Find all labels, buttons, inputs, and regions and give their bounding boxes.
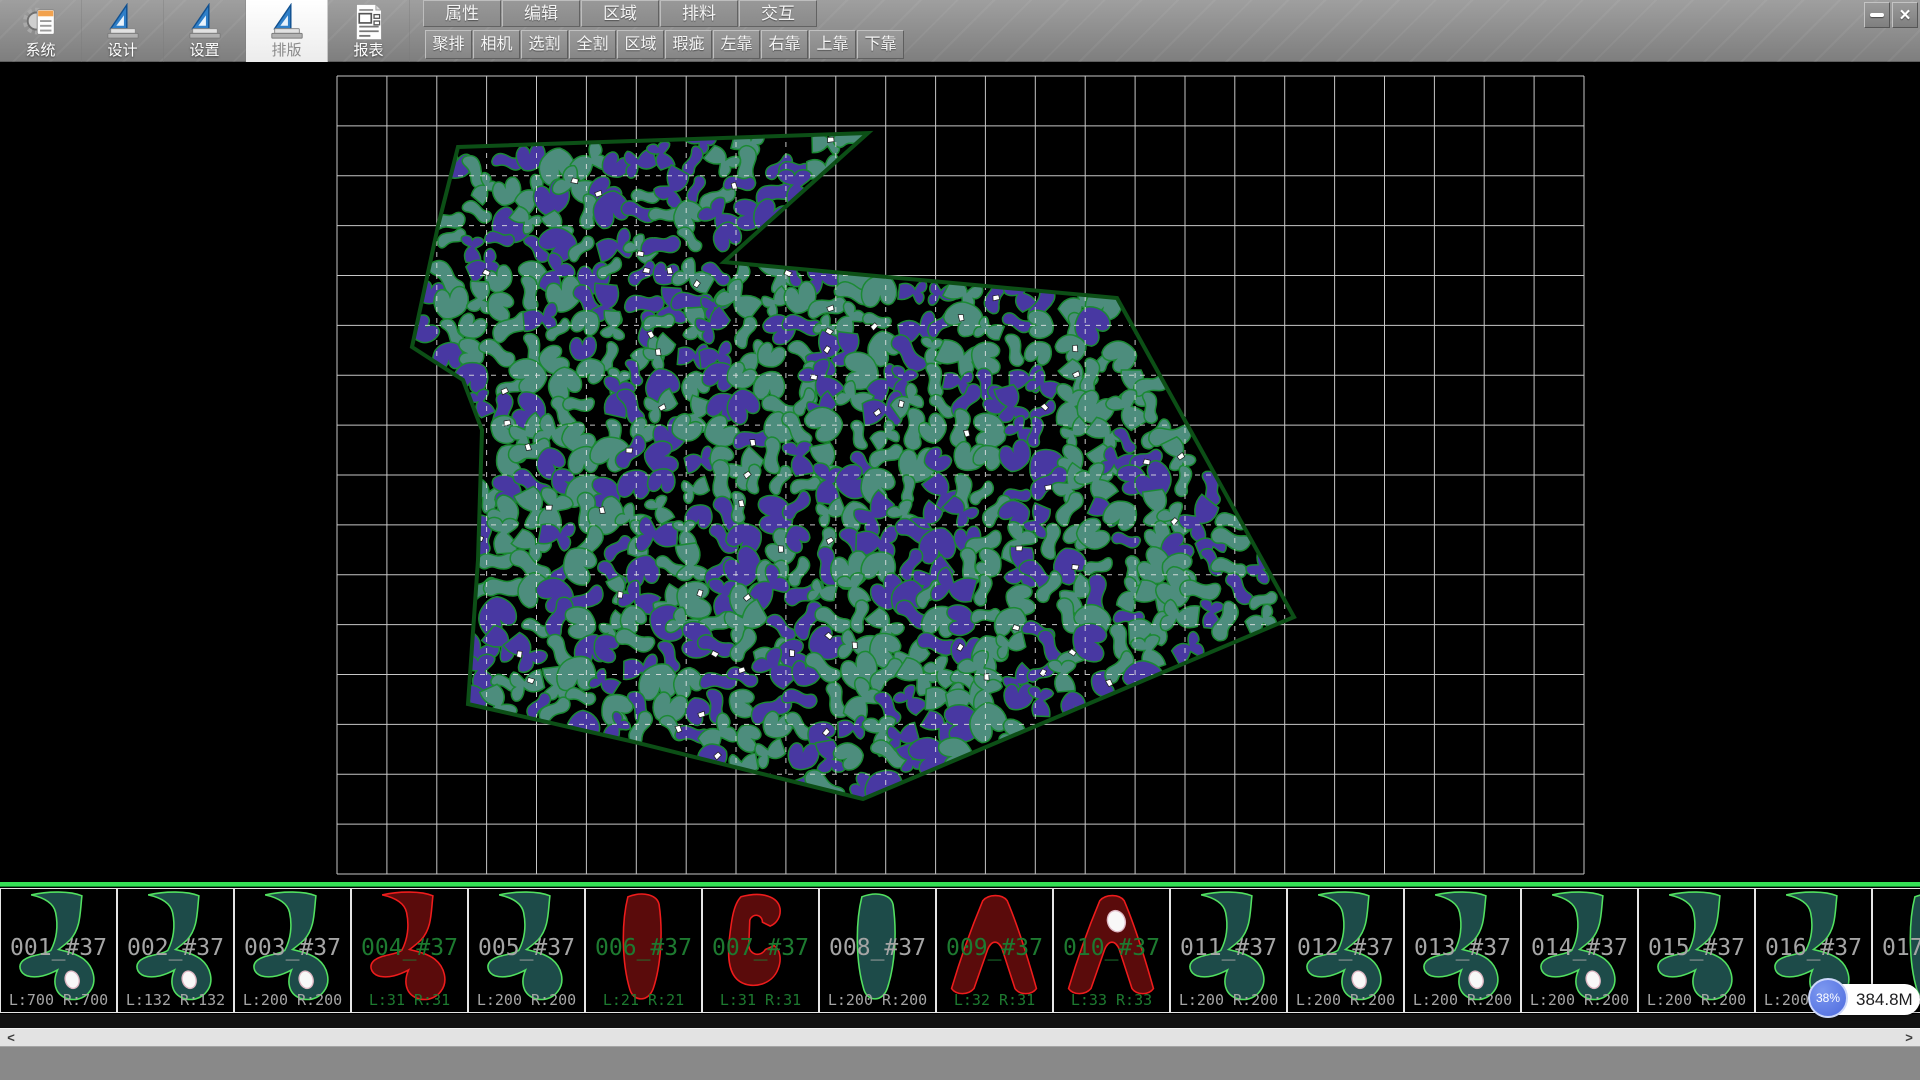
report-icon bbox=[349, 2, 389, 42]
scroll-right-arrow[interactable]: > bbox=[1900, 1029, 1918, 1047]
action-button-区域[interactable]: 区域 bbox=[617, 30, 664, 59]
action-button-相机[interactable]: 相机 bbox=[473, 30, 520, 59]
menu-tab-编辑[interactable]: 编辑 bbox=[502, 0, 580, 27]
percent-circle: 38% bbox=[1808, 978, 1848, 1018]
parts-thumbnail-strip: 001_#37L:700 R:700002_#37L:132 R:132003_… bbox=[0, 887, 1920, 1014]
action-button-右靠[interactable]: 右靠 bbox=[761, 30, 808, 59]
part-lr-label: L:21 R:21 bbox=[586, 991, 701, 1009]
part-lr-label: L:200 R:200 bbox=[1522, 991, 1637, 1009]
part-id-label: 010_#37 bbox=[1054, 935, 1169, 961]
part-lr-label: L:700 R:700 bbox=[1, 991, 116, 1009]
action-button-选割[interactable]: 选割 bbox=[521, 30, 568, 59]
part-id-label: 016_#37 bbox=[1756, 935, 1871, 961]
main-button-group: 系统 设计 设置 排版 报表 bbox=[0, 0, 410, 62]
part-id-label: 002_#37 bbox=[118, 935, 233, 961]
main-button-label: 系统 bbox=[25, 42, 55, 60]
memory-value: 384.8M bbox=[1856, 984, 1913, 1015]
menu-tab-属性[interactable]: 属性 bbox=[423, 0, 501, 27]
nesting-svg bbox=[0, 62, 1920, 882]
part-thumbnail-009_#37[interactable]: 009_#37 L:32 R:31 bbox=[936, 888, 1053, 1013]
menu-tab-交互[interactable]: 交互 bbox=[739, 0, 817, 27]
menu-tab-区域[interactable]: 区域 bbox=[581, 0, 659, 27]
part-thumbnail-011_#37[interactable]: 011_#37 L:200 R:200 bbox=[1170, 888, 1287, 1013]
main-button-设置[interactable]: 设置 bbox=[164, 0, 246, 62]
part-id-label: 005_#37 bbox=[469, 935, 584, 961]
menu-tab-bar: 属性编辑区域排料交互 bbox=[423, 0, 818, 28]
part-id-label: 014_#37 bbox=[1522, 935, 1637, 961]
toolbar: 系统设计设置排版报表 属性编辑区域排料交互 聚排相机选割全割区域瑕疵左靠右靠上靠… bbox=[0, 0, 1920, 62]
part-thumbnail-012_#37[interactable]: 012_#37 L:200 R:200 bbox=[1287, 888, 1404, 1013]
close-icon: × bbox=[1899, 6, 1910, 25]
minimize-button[interactable] bbox=[1864, 2, 1890, 28]
minimize-icon bbox=[1870, 13, 1884, 17]
action-button-上靠[interactable]: 上靠 bbox=[809, 30, 856, 59]
action-button-下靠[interactable]: 下靠 bbox=[857, 30, 904, 59]
part-thumbnail-006_#37[interactable]: 006_#37 L:21 R:21 bbox=[585, 888, 702, 1013]
horizontal-scrollbar[interactable]: < > bbox=[0, 1028, 1920, 1046]
main-button-报表[interactable]: 报表 bbox=[328, 0, 410, 62]
part-thumbnail-003_#37[interactable]: 003_#37 L:200 R:200 bbox=[234, 888, 351, 1013]
action-button-瑕疵[interactable]: 瑕疵 bbox=[665, 30, 712, 59]
part-id-label: 013_#37 bbox=[1405, 935, 1520, 961]
main-button-label: 报表 bbox=[353, 42, 383, 60]
part-thumbnail-002_#37[interactable]: 002_#37 L:132 R:132 bbox=[117, 888, 234, 1013]
menu-tab-排料[interactable]: 排料 bbox=[660, 0, 738, 27]
window-controls: × bbox=[1864, 2, 1918, 28]
action-button-row: 聚排相机选割全割区域瑕疵左靠右靠上靠下靠 bbox=[425, 30, 905, 60]
strip-lower-gap bbox=[0, 1014, 1920, 1028]
status-bar bbox=[0, 1046, 1920, 1080]
part-id-label: 001_#37 bbox=[1, 935, 116, 961]
part-thumbnail-010_#37[interactable]: 010_#37 L:33 R:33 bbox=[1053, 888, 1170, 1013]
part-id-label: 008_#37 bbox=[820, 935, 935, 961]
part-lr-label: L:200 R:200 bbox=[1405, 991, 1520, 1009]
part-id-label: 007_#37 bbox=[703, 935, 818, 961]
ruler-icon bbox=[267, 2, 307, 42]
part-thumbnail-005_#37[interactable]: 005_#37 L:200 R:200 bbox=[468, 888, 585, 1013]
ruler-icon bbox=[185, 2, 225, 42]
part-lr-label: L:200 R:200 bbox=[469, 991, 584, 1009]
ruler-icon bbox=[103, 2, 143, 42]
main-button-排版[interactable]: 排版 bbox=[246, 0, 328, 62]
part-thumbnail-004_#37[interactable]: 004_#37 L:31 R:31 bbox=[351, 888, 468, 1013]
part-id-label: 011_#37 bbox=[1171, 935, 1286, 961]
part-thumbnail-001_#37[interactable]: 001_#37 L:700 R:700 bbox=[0, 888, 117, 1013]
main-button-设计[interactable]: 设计 bbox=[82, 0, 164, 62]
part-lr-label: L:200 R:200 bbox=[1639, 991, 1754, 1009]
part-id-label: 009_#37 bbox=[937, 935, 1052, 961]
part-lr-label: L:200 R:200 bbox=[235, 991, 350, 1009]
action-button-左靠[interactable]: 左靠 bbox=[713, 30, 760, 59]
part-thumbnail-014_#37[interactable]: 014_#37 L:200 R:200 bbox=[1521, 888, 1638, 1013]
part-thumbnail-013_#37[interactable]: 013_#37 L:200 R:200 bbox=[1404, 888, 1521, 1013]
part-id-label: 012_#37 bbox=[1288, 935, 1403, 961]
close-button[interactable]: × bbox=[1892, 2, 1918, 28]
part-lr-label: L:31 R:31 bbox=[703, 991, 818, 1009]
main-button-label: 排版 bbox=[271, 42, 301, 60]
scroll-left-arrow[interactable]: < bbox=[2, 1029, 20, 1047]
main-button-系统[interactable]: 系统 bbox=[0, 0, 82, 62]
nesting-canvas[interactable] bbox=[0, 62, 1920, 882]
main-button-label: 设置 bbox=[189, 42, 219, 60]
action-button-聚排[interactable]: 聚排 bbox=[425, 30, 472, 59]
part-thumbnail-008_#37[interactable]: 008_#37 L:200 R:200 bbox=[819, 888, 936, 1013]
part-lr-label: L:32 R:31 bbox=[937, 991, 1052, 1009]
main-button-label: 设计 bbox=[107, 42, 137, 60]
gear-icon bbox=[21, 2, 61, 42]
part-lr-label: L:200 R:200 bbox=[820, 991, 935, 1009]
part-id-label: 003_#37 bbox=[235, 935, 350, 961]
part-thumbnail-015_#37[interactable]: 015_#37 L:200 R:200 bbox=[1638, 888, 1755, 1013]
part-lr-label: L:33 R:33 bbox=[1054, 991, 1169, 1009]
memory-usage-badge: 384.8M 38% bbox=[1808, 978, 1920, 1020]
part-lr-label: L:31 R:31 bbox=[352, 991, 467, 1009]
part-id-label: 004_#37 bbox=[352, 935, 467, 961]
part-thumbnail-007_#37[interactable]: 007_#37 L:31 R:31 bbox=[702, 888, 819, 1013]
part-lr-label: L:200 R:200 bbox=[1288, 991, 1403, 1009]
part-id-label: 017_#37 bbox=[1873, 935, 1920, 961]
part-lr-label: L:200 R:200 bbox=[1171, 991, 1286, 1009]
action-button-全割[interactable]: 全割 bbox=[569, 30, 616, 59]
part-id-label: 015_#37 bbox=[1639, 935, 1754, 961]
part-id-label: 006_#37 bbox=[586, 935, 701, 961]
part-lr-label: L:132 R:132 bbox=[118, 991, 233, 1009]
